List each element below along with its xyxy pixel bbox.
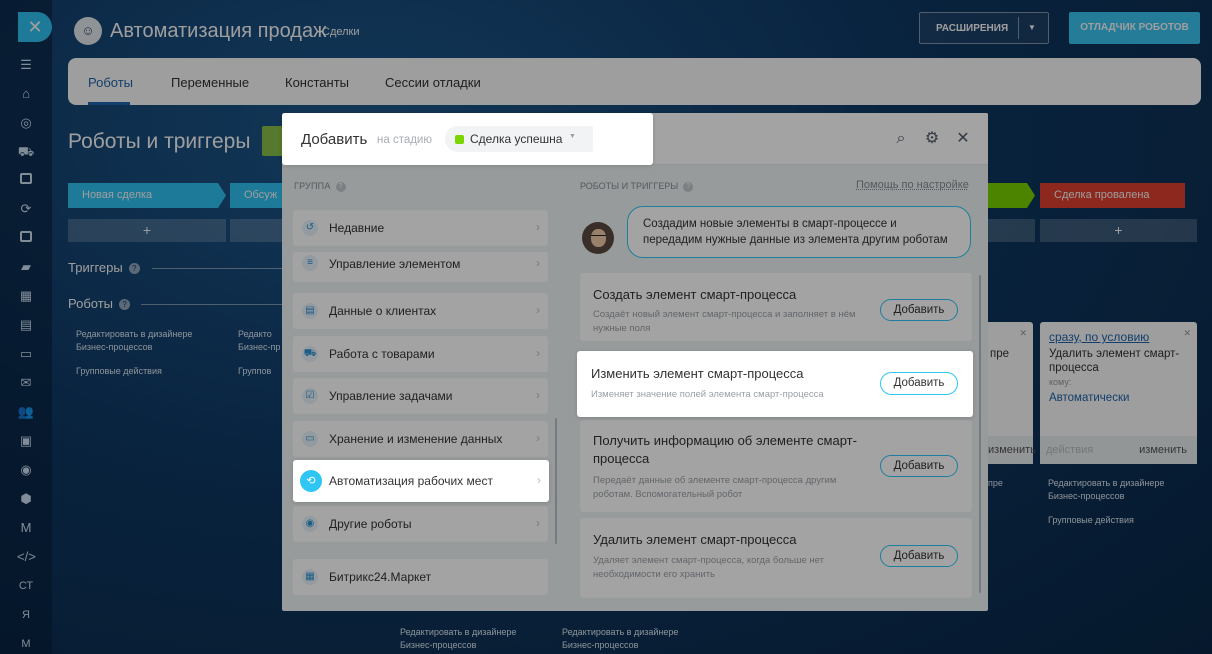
action-update-element[interactable]: Изменить элемент смарт-процесса Изменяет…	[577, 351, 973, 417]
chevron-right-icon: ›	[537, 473, 541, 487]
action-title: Изменить элемент смарт-процесса	[591, 366, 804, 381]
group-item-label: Автоматизация рабочих мест	[329, 474, 493, 488]
stage-select[interactable]: Сделка успешна ▼	[445, 126, 593, 152]
chevron-down-icon: ▼	[569, 133, 576, 140]
at-stage-label: на стадию	[377, 134, 432, 146]
action-description: Изменяет значение полей элемента смарт-п…	[591, 389, 824, 400]
automation-icon: ⟲	[300, 470, 322, 492]
add-button[interactable]: Добавить	[880, 372, 958, 395]
stage-select-value: Сделка успешна	[470, 132, 563, 146]
dialog-title: Добавить	[301, 131, 368, 148]
stage-color-dot	[455, 135, 464, 144]
dialog-title-spotlight: Добавить на стадию Сделка успешна ▼	[282, 113, 653, 165]
group-item-workplace-automation[interactable]: ⟲ Автоматизация рабочих мест ›	[293, 460, 549, 502]
